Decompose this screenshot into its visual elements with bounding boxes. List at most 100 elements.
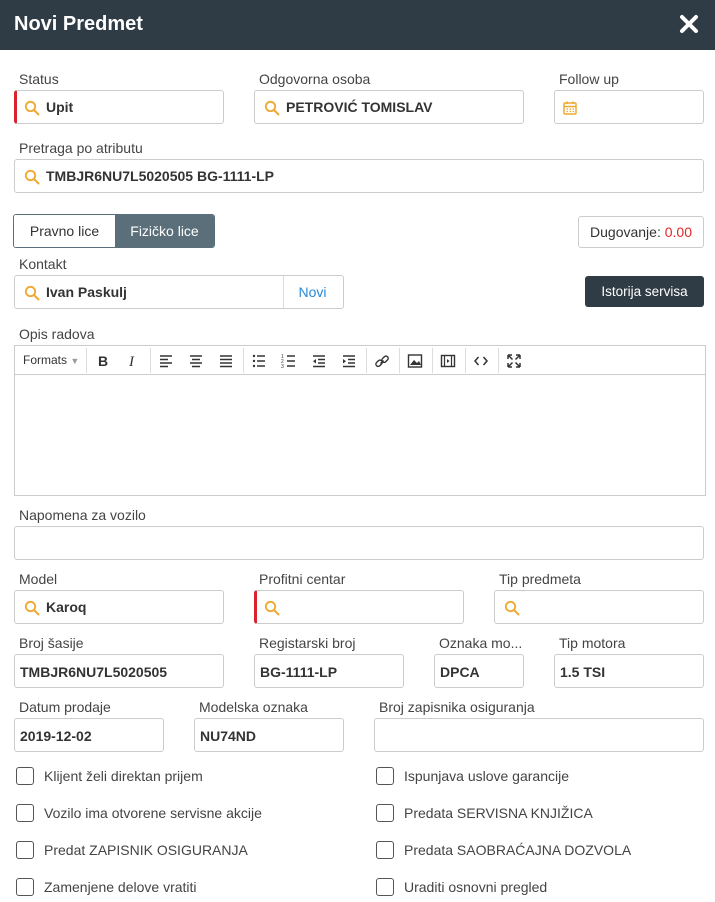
opis-editor: Formats ▼ B I 123 [14, 345, 706, 496]
broj-sasije-field[interactable]: TMBJR6NU7L5020505 [14, 654, 224, 688]
fizicko-lice-option[interactable]: Fizičko lice [115, 215, 214, 247]
status-value: Upit [46, 99, 74, 115]
registarski-value: BG-1111-LP [260, 664, 338, 680]
odgovorna-value: PETROVIĆ TOMISLAV [286, 99, 433, 115]
checkbox-osnovni-pregled[interactable] [376, 878, 394, 896]
align-center-icon[interactable] [188, 351, 204, 371]
link-icon[interactable] [374, 351, 390, 371]
zapisnik-field[interactable] [374, 718, 704, 752]
odgovorna-label: Odgovorna osoba [259, 71, 371, 87]
kontakt-label: Kontakt [19, 256, 67, 272]
search-icon [24, 285, 40, 301]
svg-text:I: I [128, 354, 135, 370]
code-icon[interactable] [473, 351, 489, 371]
napomena-field[interactable] [14, 526, 704, 560]
model-label: Model [19, 571, 58, 587]
oznaka-motora-value: DPCA [440, 664, 480, 680]
italic-icon[interactable]: I [125, 351, 141, 371]
dialog-title: Novi Predmet [14, 13, 143, 35]
model-field[interactable]: Karoq [14, 590, 224, 624]
checkbox-zapisnik-osiguranja[interactable] [16, 841, 34, 859]
broj-sasije-value: TMBJR6NU7L5020505 [20, 664, 168, 680]
tip-predmeta-field[interactable] [494, 590, 704, 624]
checkbox-label: Ispunjava uslove garancije [404, 768, 569, 784]
istorija-servisa-button[interactable]: Istorija servisa [585, 276, 704, 307]
editor-toolbar: Formats ▼ B I 123 [15, 346, 705, 375]
checkbox-delove-vratiti[interactable] [16, 878, 34, 896]
tip-motora-label: Tip motora [559, 635, 626, 651]
search-icon [504, 600, 520, 616]
checkbox-label: Klijent želi direktan prijem [44, 768, 203, 784]
formats-dropdown[interactable]: Formats ▼ [23, 353, 79, 367]
checkbox-label: Zamenjene delove vratiti [44, 879, 197, 895]
odgovorna-field[interactable]: PETROVIĆ TOMISLAV [254, 90, 524, 124]
svg-text:3: 3 [281, 364, 284, 370]
tip-motora-field[interactable]: 1.5 TSI [554, 654, 704, 688]
checkbox-saobracajna-dozvola[interactable] [376, 841, 394, 859]
editor-content[interactable] [15, 376, 705, 495]
close-icon[interactable] [678, 12, 700, 36]
datum-prodaje-field[interactable]: 2019-12-02 [14, 718, 164, 752]
pretraga-value: TMBJR6NU7L5020505 BG-1111-LP [46, 168, 274, 184]
formats-label: Formats [23, 353, 68, 367]
broj-sasije-label: Broj šasije [19, 635, 84, 651]
dugovanje-label: Dugovanje: [590, 224, 661, 240]
outdent-icon[interactable] [311, 351, 327, 371]
modelska-value: NU74ND [200, 728, 257, 744]
dugovanje-badge: Dugovanje: 0.00 [578, 216, 704, 248]
model-value: Karoq [46, 599, 87, 615]
image-icon[interactable] [407, 351, 423, 371]
fullscreen-icon[interactable] [506, 351, 522, 371]
checkbox-label: Vozilo ima otvorene servisne akcije [44, 805, 262, 821]
status-field[interactable]: Upit [14, 90, 224, 124]
kontakt-field[interactable]: Ivan Paskulj Novi [14, 275, 344, 309]
pravno-lice-option[interactable]: Pravno lice [14, 215, 115, 247]
oznaka-motora-field[interactable]: DPCA [434, 654, 524, 688]
tip-motora-value: 1.5 TSI [560, 664, 606, 680]
dialog-header: Novi Predmet [0, 0, 715, 50]
checkbox-uslovi-garancije[interactable] [376, 767, 394, 785]
pretraga-label: Pretraga po atributu [19, 140, 143, 156]
align-justify-icon[interactable] [218, 351, 234, 371]
datum-prodaje-label: Datum prodaje [19, 699, 111, 715]
checkbox-label: Predata SERVISNA KNJIŽICA [404, 805, 593, 821]
media-icon[interactable] [440, 351, 456, 371]
align-left-icon[interactable] [158, 351, 174, 371]
bullet-list-icon[interactable] [251, 351, 267, 371]
pretraga-field[interactable]: TMBJR6NU7L5020505 BG-1111-LP [14, 159, 704, 193]
napomena-label: Napomena za vozilo [19, 507, 146, 523]
profitni-label: Profitni centar [259, 571, 346, 587]
profitni-field[interactable] [254, 590, 464, 624]
tip-lica-toggle: Pravno lice Fizičko lice [13, 214, 215, 248]
search-icon [264, 100, 280, 116]
dugovanje-value: 0.00 [664, 224, 692, 240]
calendar-icon[interactable] [562, 100, 578, 116]
kontakt-value: Ivan Paskulj [46, 284, 127, 300]
followup-date-field[interactable] [554, 90, 704, 124]
registarski-field[interactable]: BG-1111-LP [254, 654, 404, 688]
checkbox-label: Uraditi osnovni pregled [404, 879, 548, 895]
search-icon [24, 600, 40, 616]
numbered-list-icon[interactable]: 123 [281, 351, 297, 371]
modelska-field[interactable]: NU74ND [194, 718, 344, 752]
zapisnik-label: Broj zapisnika osiguranja [379, 699, 535, 715]
checkbox-direktan-prijem[interactable] [16, 767, 34, 785]
modelska-label: Modelska oznaka [199, 699, 308, 715]
checkbox-servisne-akcije[interactable] [16, 804, 34, 822]
svg-text:B: B [98, 353, 108, 369]
search-icon [264, 600, 280, 616]
status-label: Status [19, 71, 59, 87]
search-icon [24, 169, 40, 185]
checkbox-servisna-knjizica[interactable] [376, 804, 394, 822]
indent-icon[interactable] [341, 351, 357, 371]
oznaka-motora-label: Oznaka mo... [439, 635, 523, 651]
bold-icon[interactable]: B [95, 351, 111, 371]
registarski-label: Registarski broj [259, 635, 356, 651]
checkbox-label: Predat ZAPISNIK OSIGURANJA [44, 842, 248, 858]
search-icon [24, 100, 40, 116]
novi-kontakt-button[interactable]: Novi [283, 276, 341, 308]
opis-label: Opis radova [19, 326, 95, 342]
followup-label: Follow up [559, 71, 619, 87]
tip-predmeta-label: Tip predmeta [499, 571, 581, 587]
datum-prodaje-value: 2019-12-02 [20, 728, 92, 744]
